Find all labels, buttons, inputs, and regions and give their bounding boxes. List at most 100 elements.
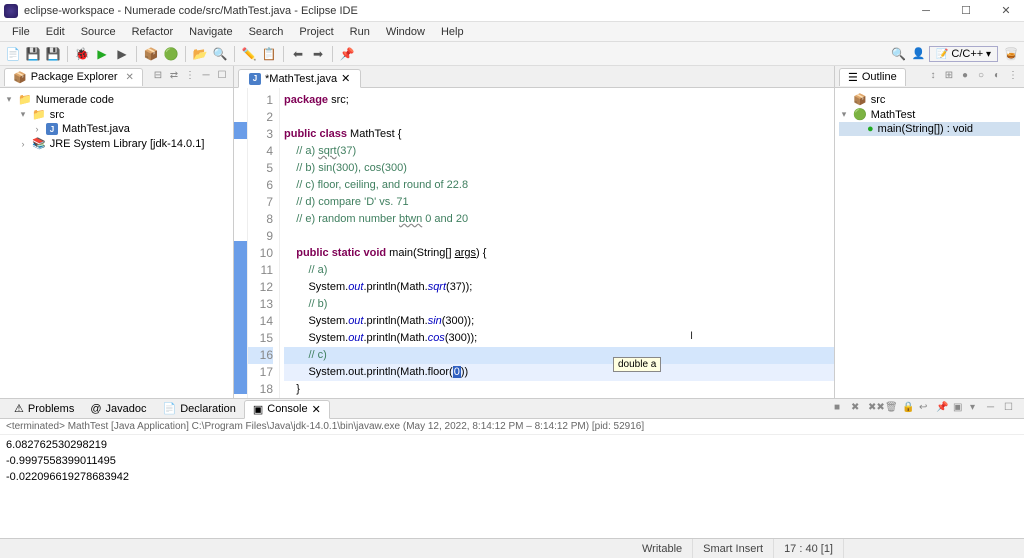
view-menu-icon[interactable]: ⋮ bbox=[183, 70, 197, 84]
quick-access-icon[interactable]: 🔍 bbox=[889, 45, 907, 63]
menu-navigate[interactable]: Navigate bbox=[181, 24, 240, 40]
outline-pane: ☰ Outline ↕ ⊞ ● ○ ◐ ⋮ 📦src ▾🟢MathTest ●m… bbox=[834, 66, 1024, 398]
package-tree: ▾📁Numerade code ▾📁src ›JMathTest.java ›📚… bbox=[0, 88, 233, 398]
method-icon: ● bbox=[867, 123, 874, 135]
menu-help[interactable]: Help bbox=[433, 24, 472, 40]
project-node[interactable]: ▾📁Numerade code bbox=[4, 92, 229, 107]
menu-run[interactable]: Run bbox=[342, 24, 378, 40]
close-tab-icon[interactable]: ✕ bbox=[126, 72, 134, 83]
open-type-icon[interactable]: 📂 bbox=[191, 45, 209, 63]
save-all-icon[interactable]: 💾 bbox=[44, 45, 62, 63]
separator bbox=[136, 46, 137, 62]
pin-console-icon[interactable]: 📌 bbox=[936, 402, 950, 416]
outline-class[interactable]: ▾🟢MathTest bbox=[839, 107, 1020, 122]
minimize-pane-icon[interactable]: ─ bbox=[199, 70, 213, 84]
new-icon[interactable]: 📄 bbox=[4, 45, 22, 63]
new-class-icon[interactable]: 🟢 bbox=[162, 45, 180, 63]
console-icon: ▣ bbox=[253, 403, 263, 416]
main-area: 📦 Package Explorer ✕ ⊟ ⇄ ⋮ ─ ☐ ▾📁Numerad… bbox=[0, 66, 1024, 398]
save-icon[interactable]: 💾 bbox=[24, 45, 42, 63]
editor-tab[interactable]: J *MathTest.java ✕ bbox=[238, 69, 361, 88]
close-tab-icon[interactable]: ✕ bbox=[341, 72, 350, 85]
remove-all-icon[interactable]: ✖✖ bbox=[868, 402, 882, 416]
console-output[interactable]: 6.082762530298219 -0.9997558399011495 -0… bbox=[0, 435, 1024, 538]
separator bbox=[283, 46, 284, 62]
minimize-button[interactable]: ─ bbox=[912, 5, 940, 17]
back-icon[interactable]: ⬅ bbox=[289, 45, 307, 63]
window-title: eclipse-workspace - Numerade code/src/Ma… bbox=[24, 5, 912, 17]
coverage-icon[interactable]: ▶ bbox=[113, 45, 131, 63]
link-editor-icon[interactable]: ⇄ bbox=[167, 70, 181, 84]
toggle-mark-icon[interactable]: ✏️ bbox=[240, 45, 258, 63]
perspective-selector[interactable]: 📝 C/C++ ▾ bbox=[929, 46, 998, 62]
collapse-all-icon[interactable]: ⊟ bbox=[151, 70, 165, 84]
javadoc-icon: @ bbox=[90, 403, 101, 415]
display-console-icon[interactable]: ▣ bbox=[953, 402, 967, 416]
forward-icon[interactable]: ➡ bbox=[309, 45, 327, 63]
minimize-pane-icon[interactable]: ─ bbox=[987, 402, 1001, 416]
filter-icon[interactable]: ⊞ bbox=[942, 70, 956, 84]
hide-static-icon[interactable]: ○ bbox=[974, 70, 988, 84]
sort-icon[interactable]: ↕ bbox=[926, 70, 940, 84]
clear-console-icon[interactable]: 🗑 bbox=[885, 402, 899, 416]
pin-icon[interactable]: 📌 bbox=[338, 45, 356, 63]
maximize-button[interactable]: ☐ bbox=[952, 4, 980, 17]
remove-launch-icon[interactable]: ✖ bbox=[851, 402, 865, 416]
menu-source[interactable]: Source bbox=[73, 24, 124, 40]
close-tab-icon[interactable]: ✕ bbox=[312, 403, 321, 416]
new-package-icon[interactable]: 📦 bbox=[142, 45, 160, 63]
maximize-pane-icon[interactable]: ☐ bbox=[215, 70, 229, 84]
separator bbox=[234, 46, 235, 62]
open-console-icon[interactable]: ▾ bbox=[970, 402, 984, 416]
terminate-icon[interactable]: ■ bbox=[834, 402, 848, 416]
java-file-node[interactable]: ›JMathTest.java bbox=[4, 122, 229, 136]
annotation-ruler bbox=[234, 88, 248, 398]
menu-refactor[interactable]: Refactor bbox=[124, 24, 182, 40]
menu-edit[interactable]: Edit bbox=[38, 24, 73, 40]
src-node[interactable]: ▾📁src bbox=[4, 107, 229, 122]
word-wrap-icon[interactable]: ↩ bbox=[919, 402, 933, 416]
package-icon: 📦 bbox=[13, 71, 27, 84]
maximize-pane-icon[interactable]: ☐ bbox=[1004, 402, 1018, 416]
declaration-icon: 📄 bbox=[163, 402, 177, 415]
console-header: <terminated> MathTest [Java Application]… bbox=[0, 419, 1024, 435]
debug-icon[interactable]: 🐞 bbox=[73, 45, 91, 63]
scroll-lock-icon[interactable]: 🔒 bbox=[902, 402, 916, 416]
hide-nonpublic-icon[interactable]: ◐ bbox=[990, 70, 1004, 84]
run-icon[interactable]: ▶ bbox=[93, 45, 111, 63]
jre-node[interactable]: ›📚JRE System Library [jdk-14.0.1] bbox=[4, 136, 229, 151]
menu-window[interactable]: Window bbox=[378, 24, 433, 40]
view-menu-icon[interactable]: ⋮ bbox=[1006, 70, 1020, 84]
problems-tab[interactable]: ⚠Problems bbox=[6, 400, 82, 417]
hide-fields-icon[interactable]: ● bbox=[958, 70, 972, 84]
outline-tab[interactable]: ☰ Outline bbox=[839, 68, 906, 86]
console-tab[interactable]: ▣Console ✕ bbox=[244, 400, 330, 419]
menu-search[interactable]: Search bbox=[241, 24, 292, 40]
menu-project[interactable]: Project bbox=[291, 24, 341, 40]
access-icon[interactable]: 👤 bbox=[911, 47, 925, 60]
line-number-gutter: 1234567891011121314151617181920 bbox=[248, 88, 280, 398]
project-icon: 📁 bbox=[18, 93, 32, 106]
menu-file[interactable]: File bbox=[4, 24, 38, 40]
editor-area: J *MathTest.java ✕ 123456789101112131415… bbox=[234, 66, 834, 398]
javadoc-tab[interactable]: @Javadoc bbox=[82, 401, 154, 417]
todo-icon[interactable]: 📋 bbox=[260, 45, 278, 63]
status-insert-mode: Smart Insert bbox=[693, 539, 774, 558]
param-tooltip: double a bbox=[613, 357, 661, 372]
outline-package[interactable]: 📦src bbox=[839, 92, 1020, 107]
main-toolbar: 📄 💾 💾 🐞 ▶ ▶ 📦 🟢 📂 🔍 ✏️ 📋 ⬅ ➡ 📌 🔍 👤 📝 C/C… bbox=[0, 42, 1024, 66]
separator bbox=[67, 46, 68, 62]
code-area[interactable]: double a I package src;public class Math… bbox=[280, 88, 834, 398]
close-button[interactable]: ✕ bbox=[992, 4, 1020, 17]
java-perspective-icon[interactable]: 🥃 bbox=[1002, 45, 1020, 63]
text-cursor-beam: I bbox=[690, 330, 693, 342]
eclipse-icon bbox=[4, 4, 18, 18]
folder-icon: 📁 bbox=[32, 108, 46, 121]
package-explorer-tab[interactable]: 📦 Package Explorer ✕ bbox=[4, 68, 143, 86]
outline-method[interactable]: ●main(String[]) : void bbox=[839, 122, 1020, 136]
code-editor[interactable]: 1234567891011121314151617181920 double a… bbox=[234, 88, 834, 398]
package-explorer-pane: 📦 Package Explorer ✕ ⊟ ⇄ ⋮ ─ ☐ ▾📁Numerad… bbox=[0, 66, 234, 398]
search-icon[interactable]: 🔍 bbox=[211, 45, 229, 63]
declaration-tab[interactable]: 📄Declaration bbox=[155, 400, 244, 417]
separator bbox=[185, 46, 186, 62]
